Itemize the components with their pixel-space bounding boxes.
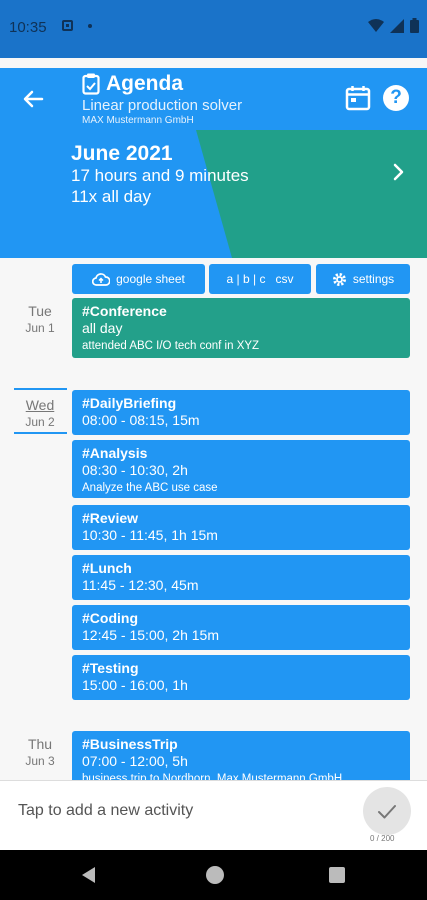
character-counter: 0 / 200	[370, 834, 395, 843]
gear-icon	[332, 272, 346, 286]
submit-button[interactable]	[363, 787, 411, 835]
event-note: attended ABC I/O tech conf in XYZ	[82, 340, 260, 352]
day-label-thu: Thu Jun 3	[14, 736, 66, 768]
event-title: #Lunch	[82, 560, 132, 576]
google-sheet-button[interactable]: google sheet	[72, 264, 205, 294]
back-arrow-icon[interactable]	[18, 84, 48, 114]
event-card-lunch[interactable]: #Lunch 11:45 - 12:30, 45m	[72, 555, 410, 600]
event-card-conference[interactable]: #Conference all day attended ABC I/O tec…	[72, 298, 410, 358]
status-bar: 10:35	[0, 0, 427, 58]
today-marker-top	[14, 388, 67, 390]
battery-icon	[410, 18, 419, 33]
event-title: #Analysis	[82, 445, 148, 461]
summary-all-day-count: 11x all day	[71, 187, 152, 206]
notification-icon	[62, 20, 73, 31]
signal-icon	[390, 18, 404, 33]
day-name: Wed	[25, 397, 55, 413]
nav-recents-icon[interactable]	[329, 867, 345, 883]
event-time: 15:00 - 16:00, 1h	[82, 677, 188, 693]
event-time: 10:30 - 11:45, 1h 15m	[82, 527, 218, 543]
settings-button[interactable]: settings	[316, 264, 410, 294]
settings-label: settings	[352, 272, 395, 286]
clipboard-icon	[82, 73, 100, 95]
month-summary[interactable]: June 2021 17 hours and 9 minutes 11x all…	[0, 130, 427, 258]
event-title: #Conference	[82, 303, 167, 319]
hero-blue-panel	[0, 130, 232, 258]
nav-home-icon[interactable]	[206, 866, 224, 884]
event-card-coding[interactable]: #Coding 12:45 - 15:00, 2h 15m	[72, 605, 410, 650]
event-time: 07:00 - 12:00, 5h	[82, 753, 188, 769]
day-name: Tue	[28, 303, 52, 319]
new-activity-bar: Tap to add a new activity 0 / 200	[0, 780, 427, 850]
chevron-right-icon[interactable]	[388, 162, 408, 182]
event-title: #Coding	[82, 610, 138, 626]
event-title: #Testing	[82, 660, 139, 676]
event-card-daily-briefing[interactable]: #DailyBriefing 08:00 - 08:15, 15m	[72, 390, 410, 435]
system-nav-bar	[0, 850, 427, 900]
day-label-tue: Tue Jun 1	[14, 303, 66, 335]
event-card-review[interactable]: #Review 10:30 - 11:45, 1h 15m	[72, 505, 410, 550]
notification-dot-icon	[88, 24, 92, 28]
company-name: MAX Mustermann GmbH	[82, 115, 194, 126]
app-title: Agenda	[106, 72, 184, 95]
help-icon[interactable]: ?	[383, 85, 409, 111]
check-icon	[378, 805, 396, 819]
day-date: Jun 1	[25, 321, 55, 335]
event-card-analysis[interactable]: #Analysis 08:30 - 10:30, 2h Analyze the …	[72, 440, 410, 498]
summary-total-time: 17 hours and 9 minutes	[71, 166, 249, 185]
event-card-testing[interactable]: #Testing 15:00 - 16:00, 1h	[72, 655, 410, 700]
today-marker-bottom	[14, 432, 67, 434]
event-time: 08:00 - 08:15, 15m	[82, 412, 200, 428]
day-label-wed: Wed Jun 2	[14, 397, 66, 429]
event-note: business trip to Nordhorn, Max Musterman…	[82, 773, 343, 780]
wifi-icon	[368, 18, 384, 32]
day-date: Jun 2	[25, 415, 55, 429]
nav-back-icon[interactable]	[82, 867, 95, 883]
status-icons	[368, 18, 419, 33]
event-title: #DailyBriefing	[82, 395, 177, 411]
app-subtitle: Linear production solver	[82, 97, 243, 114]
event-card-business-trip[interactable]: #BusinessTrip 07:00 - 12:00, 5h business…	[72, 731, 410, 780]
csv-label: a | b | c csv	[226, 272, 294, 286]
event-title: #Review	[82, 510, 139, 526]
calendar-icon[interactable]	[344, 84, 372, 112]
csv-export-button[interactable]: a | b | c csv	[209, 264, 311, 294]
status-time: 10:35	[9, 19, 47, 36]
day-date: Jun 3	[25, 754, 55, 768]
app-bar: Agenda Linear production solver MAX Must…	[0, 68, 427, 130]
event-time: all day	[82, 320, 123, 336]
event-time: 08:30 - 10:30, 2h	[82, 462, 188, 478]
event-title: #BusinessTrip	[82, 736, 178, 752]
cloud-upload-icon	[92, 273, 111, 286]
new-activity-input[interactable]: Tap to add a new activity	[18, 802, 193, 820]
google-sheet-label: google sheet	[116, 272, 185, 286]
day-name: Thu	[27, 736, 53, 752]
event-note: Analyze the ABC use case	[82, 482, 218, 494]
summary-month: June 2021	[71, 142, 173, 165]
event-time: 11:45 - 12:30, 45m	[82, 577, 199, 593]
event-time: 12:45 - 15:00, 2h 15m	[82, 627, 219, 643]
